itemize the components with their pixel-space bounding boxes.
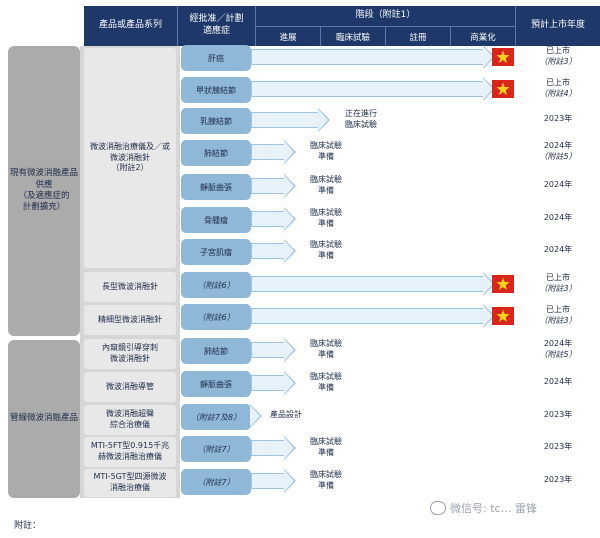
stage-status: 臨床試驗 準備 <box>310 437 342 457</box>
stage-status: 臨床試驗 準備 <box>310 240 342 260</box>
launch-year-value: 2024年 <box>543 245 573 254</box>
launch-year: 2024年 （附註5） <box>522 339 594 361</box>
launch-year-note: （附註3） <box>539 56 577 66</box>
indication-pill: （附註6） <box>181 304 251 330</box>
notes-label: 附註： <box>14 521 42 531</box>
progress-arrow <box>251 436 296 460</box>
series-ultrasound-device: 微波消融超聲 綜合治療儀 <box>84 405 176 435</box>
commercial-flag-icon <box>492 48 514 66</box>
indication-pill: （附註7） <box>181 436 251 462</box>
launch-year-note: （附註3） <box>539 283 577 293</box>
progress-arrow <box>250 404 262 428</box>
launch-year-value: 2023年 <box>543 475 573 484</box>
indication-pill: 靜脈曲張 <box>181 174 251 200</box>
launch-year: 2024年 <box>522 213 594 224</box>
header-stage-commercial: 商業化 <box>450 26 515 46</box>
progress-arrow <box>251 371 296 395</box>
progress-arrow <box>251 469 296 493</box>
commercial-flag-icon <box>492 80 514 98</box>
launch-year: 2024年 <box>522 245 594 256</box>
indication-pill: （附註7） <box>181 469 251 495</box>
launch-year: 已上市 （附註3） <box>522 305 594 327</box>
wechat-icon <box>430 501 446 515</box>
indication-pill: 甲狀腺結節 <box>181 77 251 103</box>
header-stage-progress: 進展 <box>255 26 320 46</box>
progress-arrow <box>251 239 296 263</box>
progress-arrow <box>251 108 330 132</box>
indication-pill: 靜脈曲張 <box>181 371 251 397</box>
header-stage: 階段（附註1） <box>255 6 515 26</box>
launch-year: 2023年 <box>522 475 594 486</box>
launch-year: 已上市 （附註4） <box>522 78 594 100</box>
indication-pill: 乳腺結節 <box>181 108 251 134</box>
stage-status: 臨床試驗 準備 <box>310 208 342 228</box>
launch-year-value: 已上市 <box>546 46 570 55</box>
progress-arrow <box>251 338 296 362</box>
stage-status: 臨床試驗 準備 <box>310 339 342 359</box>
indication-pill: 子宮肌瘤 <box>181 239 251 265</box>
launch-year-value: 2024年 <box>543 141 573 150</box>
series-catheter: 微波消融導管 <box>84 372 176 402</box>
stage-status: 臨床試驗 準備 <box>310 141 342 161</box>
progress-arrow <box>251 174 296 198</box>
stage-status: 正在進行 臨床試驗 <box>345 109 377 129</box>
watermark: 微信号: tc… 雷锋 <box>430 500 537 516</box>
stage-status: 臨床試驗 準備 <box>310 372 342 392</box>
indication-pill: 骨腫瘤 <box>181 207 251 233</box>
launch-year-value: 2024年 <box>543 180 573 189</box>
series-mti-5ft: MTI-5FT型0.915千兆 赫微波消融治療儀 <box>84 437 176 467</box>
launch-year: 已上市 （附註3） <box>522 273 594 295</box>
launch-year: 2024年 <box>522 180 594 191</box>
header-series: 產品或產品系列 <box>84 6 177 46</box>
stage-status: 臨床試驗 準備 <box>310 175 342 195</box>
series-fine-needle: 精細型微波消融針 <box>84 305 176 335</box>
launch-year: 2023年 <box>522 442 594 453</box>
launch-year-value: 已上市 <box>546 305 570 314</box>
series-mti-5gt: MTI-5GT型四源微波 消融治療儀 <box>84 469 176 497</box>
stage-status: 產品設計 <box>270 410 302 419</box>
progress-arrow <box>251 77 495 101</box>
progress-arrow <box>251 140 296 164</box>
launch-year: 2023年 <box>522 410 594 421</box>
indication-pill: 肺結節 <box>181 338 251 364</box>
launch-year: 2023年 <box>522 114 594 125</box>
launch-year: 已上市 （附註3） <box>522 46 594 68</box>
indication-pill: 肝癌 <box>181 45 251 71</box>
header-stage-clinical: 臨床試驗 <box>320 26 385 46</box>
launch-year-value: 2023年 <box>543 410 573 419</box>
indication-pill: 肺結節 <box>181 140 251 166</box>
launch-year-value: 2024年 <box>543 377 573 386</box>
commercial-flag-icon <box>492 275 514 293</box>
group-pipeline-products: 管線微波消融產品 <box>8 340 80 498</box>
progress-arrow <box>251 304 495 328</box>
series-long-needle: 長型微波消融針 <box>84 272 176 302</box>
launch-year-value: 2023年 <box>543 442 573 451</box>
launch-year-value: 已上市 <box>546 273 570 282</box>
launch-year-value: 2023年 <box>543 114 573 123</box>
commercial-flag-icon <box>492 307 514 325</box>
launch-year-value: 2024年 <box>543 339 573 348</box>
launch-year-note: （附註5） <box>539 151 577 161</box>
launch-year-note: （附註3） <box>539 315 577 325</box>
header-launch-year: 預計上市年度 <box>515 6 600 46</box>
stage-status: 臨床試驗 準備 <box>310 470 342 490</box>
header-stage-registration: 註冊 <box>385 26 450 46</box>
indication-pill: （附註6） <box>181 272 251 298</box>
launch-year-value: 2024年 <box>543 213 573 222</box>
group-existing-products: 現有微波消融產品 供應 （及適應症的 計劃擴充） <box>8 46 80 336</box>
series-main: 微波消融治療儀及／或 微波消融針 （附註2） <box>84 48 176 268</box>
series-endoscope-needle: 內窺鏡引導穿刺 微波消融針 <box>84 339 176 369</box>
progress-arrow <box>251 272 495 296</box>
launch-year-note: （附註4） <box>539 88 577 98</box>
progress-arrow <box>251 45 495 69</box>
header-indication: 經批准／計劃 適應症 <box>177 6 255 46</box>
indication-pill: （附註7及8） <box>181 404 251 430</box>
progress-arrow <box>251 207 296 231</box>
launch-year: 2024年 <box>522 377 594 388</box>
launch-year-note: （附註5） <box>539 349 577 359</box>
launch-year-value: 已上市 <box>546 78 570 87</box>
launch-year: 2024年 （附註5） <box>522 141 594 163</box>
